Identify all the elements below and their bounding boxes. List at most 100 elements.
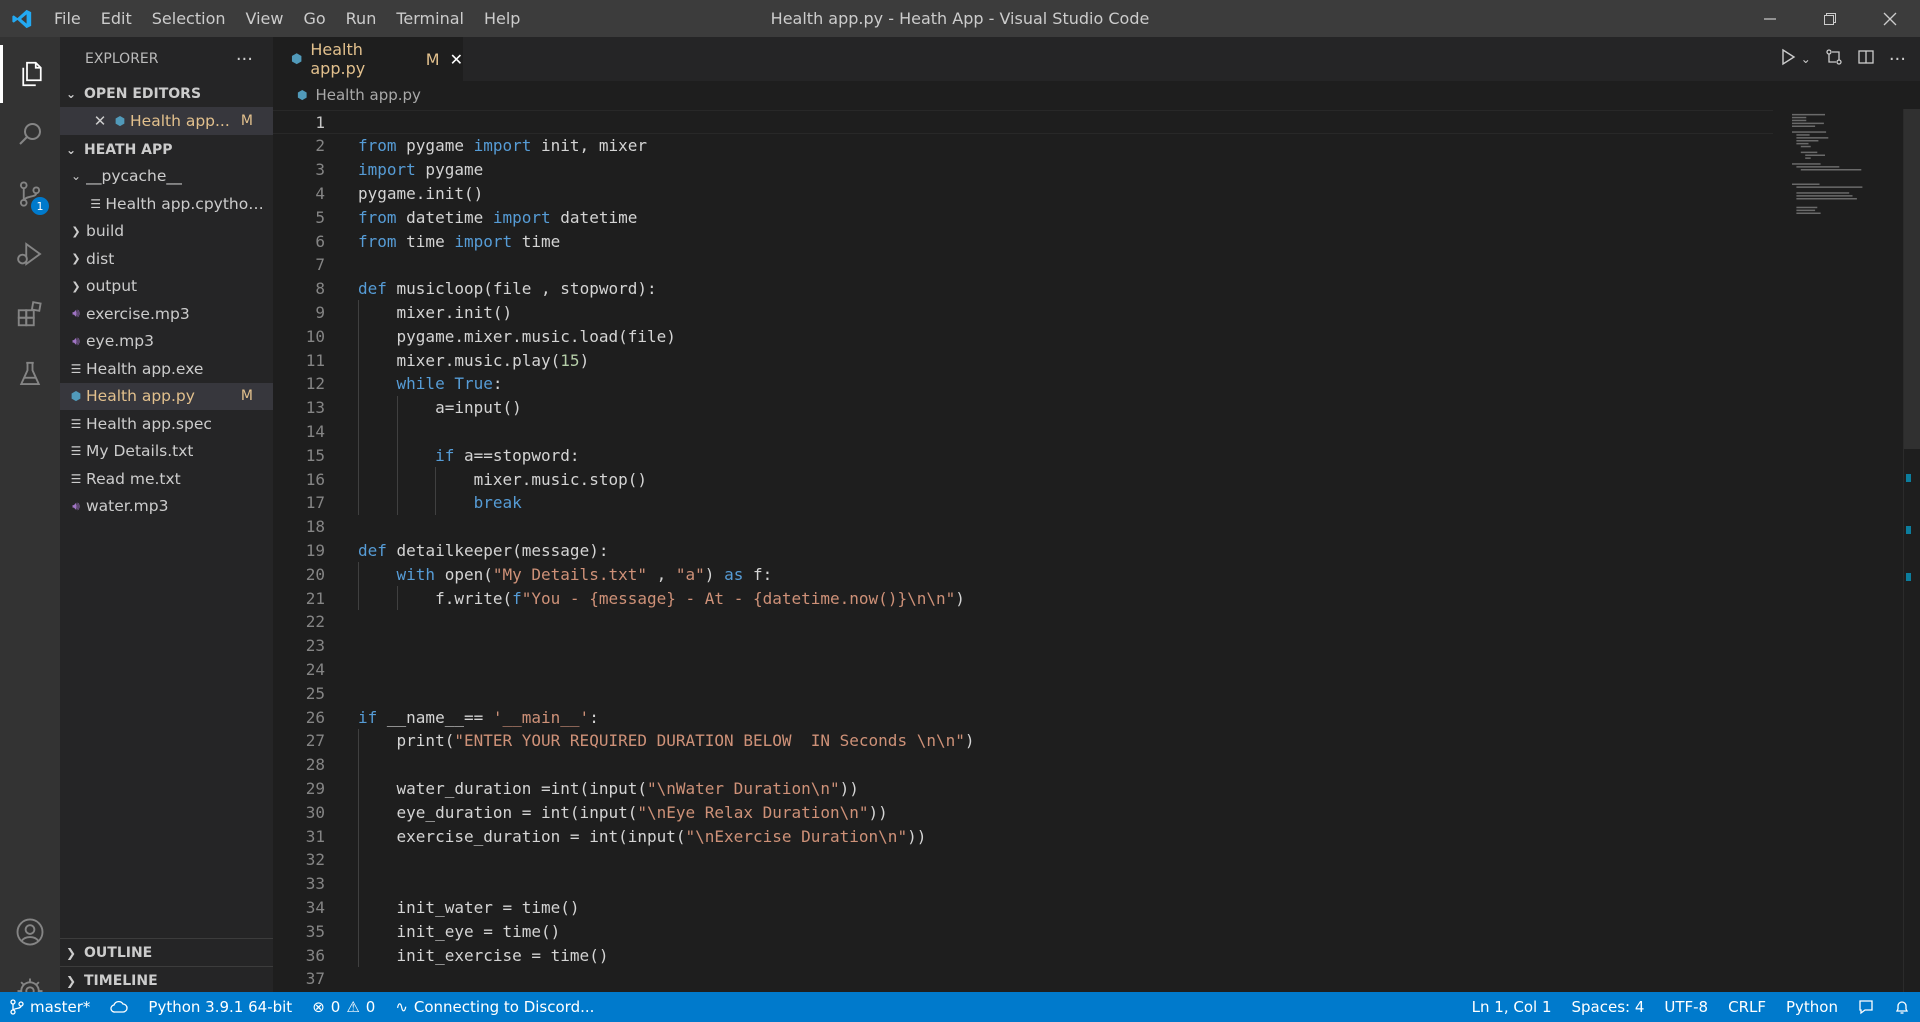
branch-status[interactable]: master* [0, 992, 100, 1022]
editor-scrollbar[interactable] [1903, 109, 1920, 992]
minimap-line [1792, 183, 1820, 185]
status-bar: master* Python 3.9.1 64-bit ⊗ 0 ⚠ 0 ∿ Co… [0, 992, 1920, 1022]
line-number: 23 [305, 636, 325, 656]
code-line: 2 from pygame import init, mixer [273, 134, 1773, 158]
menu-help[interactable]: Help [474, 0, 530, 37]
menu-go[interactable]: Go [293, 0, 335, 37]
minimap-line [1796, 140, 1819, 142]
open-editors-header[interactable]: ⌄ OPEN EDITORS [60, 81, 273, 107]
code-line: 4 pygame.init() [273, 181, 1773, 205]
close-window-button[interactable] [1860, 0, 1920, 37]
minimap-line [1796, 134, 1810, 136]
project-header[interactable]: ⌄ HEATH APP [60, 137, 273, 163]
split-editor-icon[interactable] [1857, 48, 1875, 70]
more-actions-button[interactable]: ··· [236, 49, 253, 70]
audio-file-icon: 🔊︎ [72, 333, 80, 348]
chevron-down-icon: ⌄ [66, 87, 77, 101]
audio-file-icon: 🔊︎ [72, 498, 80, 513]
indentation[interactable]: Spaces: 4 [1561, 992, 1654, 1022]
line-number: 36 [305, 945, 325, 965]
line-number: 4 [315, 183, 325, 203]
menu-edit[interactable]: Edit [91, 0, 142, 37]
code-line: 13 a=input() [273, 396, 1773, 420]
cursor-position[interactable]: Ln 1, Col 1 [1462, 992, 1562, 1022]
python-interpreter[interactable]: Python 3.9.1 64-bit [138, 992, 302, 1022]
minimap-line [1796, 206, 1818, 209]
tab-health-app-py[interactable]: ⬢ Health app.py M ✕ [273, 37, 463, 81]
code-line: 20 with open("My Details.txt" , "a") as … [273, 562, 1773, 586]
end-of-line[interactable]: CRLF [1718, 992, 1776, 1022]
search-icon[interactable] [0, 105, 60, 163]
tree-item[interactable]: ☰ Health app.exe [60, 355, 273, 383]
editor-tab-bar: ⬢ Health app.py M ✕ ⌄ ··· [273, 37, 1920, 81]
close-tab-icon[interactable]: ✕ [450, 50, 463, 69]
line-number: 2 [315, 136, 325, 156]
line-number: 32 [305, 850, 325, 870]
tree-item[interactable]: ❯ dist [60, 245, 273, 273]
extensions-icon[interactable] [0, 285, 60, 343]
tree-item[interactable]: ☰ Read me.txt [60, 465, 273, 493]
breadcrumb[interactable]: ⬢ Health app.py [273, 81, 1920, 109]
tree-item[interactable]: ☰ My Details.txt [60, 438, 273, 466]
minimap[interactable] [1788, 109, 1903, 992]
chevron-down-icon[interactable]: ⌄ [1801, 52, 1811, 66]
account-icon[interactable] [0, 903, 60, 961]
run-python-file-icon[interactable] [1779, 48, 1797, 70]
minimap-line [1792, 125, 1816, 127]
file-lines-icon: ☰ [70, 471, 82, 486]
menu-run[interactable]: Run [336, 0, 387, 37]
tree-item[interactable]: 🔊︎ exercise.mp3 [60, 300, 273, 328]
line-number: 24 [305, 659, 325, 679]
notifications-bell-icon[interactable] [1884, 992, 1920, 1022]
open-editor-item[interactable]: ✕ ⬢ Health app... M [60, 107, 273, 135]
menu-terminal[interactable]: Terminal [386, 0, 474, 37]
scrollbar-thumb[interactable] [1904, 109, 1920, 449]
timeline-section[interactable]: ❯ TIMELINE [60, 966, 273, 994]
more-actions-icon[interactable]: ··· [1889, 49, 1906, 70]
restore-button[interactable] [1800, 0, 1860, 37]
tree-item[interactable]: ⬢ Health app.py M [60, 382, 273, 410]
tree-item[interactable]: ☰ Health app.cpython-... [60, 190, 273, 218]
source-control-icon[interactable]: 1 [0, 165, 60, 223]
chevron-down-icon: ⌄ [66, 142, 77, 157]
minimap-line [1792, 122, 1824, 125]
pulse-icon: ∿ [395, 998, 408, 1016]
tree-item[interactable]: ❯ build [60, 218, 273, 246]
menu-selection[interactable]: Selection [142, 0, 236, 37]
line-number: 6 [315, 231, 325, 251]
code-line: 33 [273, 872, 1773, 896]
sync-icon[interactable] [100, 992, 138, 1022]
discord-status[interactable]: ∿ Connecting to Discord... [385, 992, 604, 1022]
minimap-line [1796, 137, 1829, 139]
tree-item[interactable]: ☰ Health app.spec [60, 410, 273, 438]
code-line: 12 while True: [273, 372, 1773, 396]
close-icon[interactable]: ✕ [90, 112, 110, 130]
encoding[interactable]: UTF-8 [1654, 992, 1718, 1022]
menu-file[interactable]: File [44, 0, 91, 37]
minimap-line [1796, 142, 1809, 145]
code-line: 36 init_exercise = time() [273, 943, 1773, 967]
file-lines-icon: ☰ [70, 361, 82, 376]
language-mode[interactable]: Python [1776, 992, 1848, 1022]
file-lines-icon: ☰ [90, 196, 102, 211]
tree-item[interactable]: 🔊︎ water.mp3 [60, 493, 273, 521]
line-number: 27 [305, 731, 325, 751]
run-debug-icon[interactable] [0, 225, 60, 283]
open-changes-icon[interactable] [1825, 48, 1843, 70]
line-number: 9 [315, 302, 325, 322]
code-editor[interactable]: 1 2 from pygame import init, mixer 3 import … [273, 109, 1903, 992]
feedback-icon[interactable] [1848, 992, 1884, 1022]
code-line: 18 [273, 515, 1773, 539]
problems-status[interactable]: ⊗ 0 ⚠ 0 [302, 992, 385, 1022]
code-line: 19 def detailkeeper(message): [273, 538, 1773, 562]
tree-item[interactable]: 🔊︎ eye.mp3 [60, 328, 273, 356]
code-line: 14 [273, 419, 1773, 443]
tree-item[interactable]: ⌄ __pycache__ [60, 163, 273, 191]
tree-item[interactable]: ❯ output [60, 273, 273, 301]
explorer-icon[interactable] [0, 45, 60, 103]
minimize-button[interactable] [1740, 0, 1800, 37]
testing-flask-icon[interactable] [0, 345, 60, 403]
outline-section[interactable]: ❯ OUTLINE [60, 938, 273, 966]
minimap-line [1800, 169, 1862, 171]
menu-view[interactable]: View [236, 0, 294, 37]
